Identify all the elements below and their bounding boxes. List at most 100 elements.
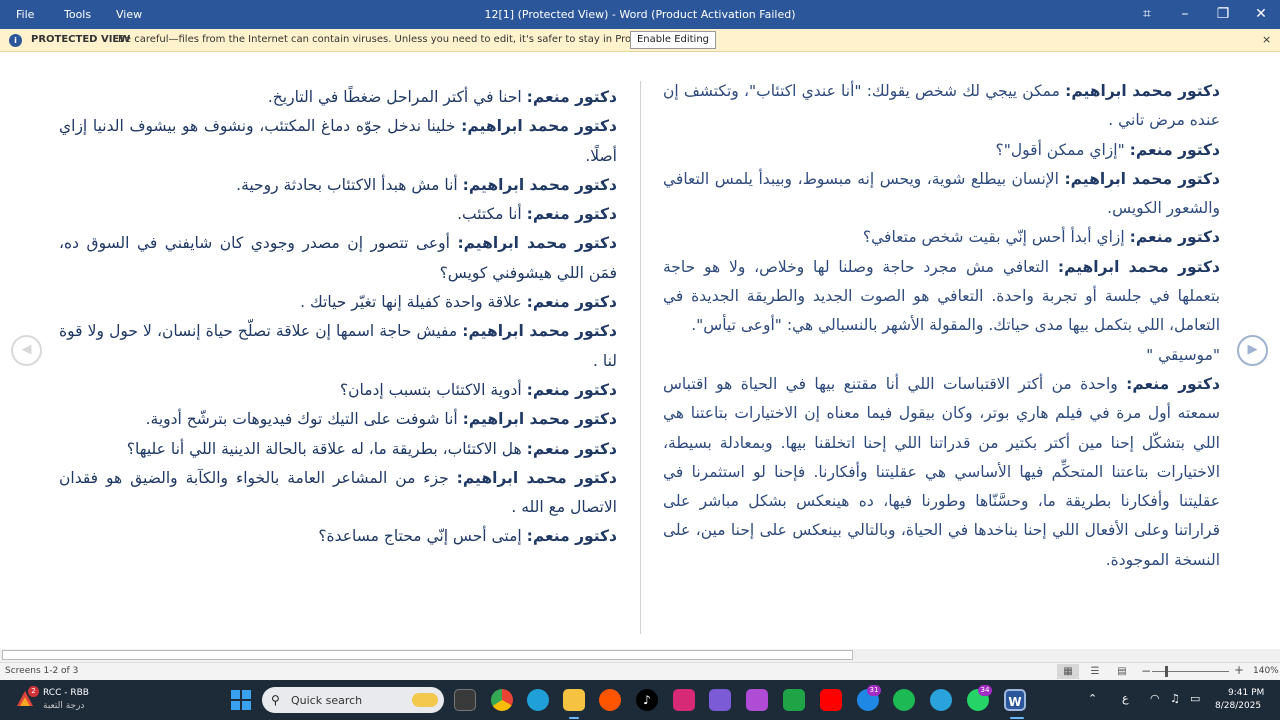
close-protected-bar-icon[interactable]: ×	[1262, 33, 1271, 46]
app-badge: 31	[867, 685, 881, 696]
speaker-name: دكتور منعم:	[526, 205, 617, 224]
notification-badge: 2	[28, 686, 39, 697]
speaker-name: دكتور محمد ابراهيم:	[462, 175, 617, 194]
zoom-level[interactable]: 140%	[1253, 666, 1279, 676]
youtube-icon[interactable]	[820, 689, 842, 711]
print-layout-icon[interactable]: ☰	[1084, 664, 1106, 679]
enable-editing-button[interactable]: Enable Editing	[630, 31, 716, 49]
search-placeholder: Quick search	[291, 694, 363, 707]
document-column-left: دكتور منعم: احنا في أكتر المراحل ضغطًا ف…	[59, 83, 617, 552]
paragraph-text: أدوية الاكتئاب بتسبب إدمان؟	[339, 380, 527, 399]
title-bar: File Tools View 12[1] (Protected View) -…	[0, 0, 1280, 29]
weather-title: RCC - RBB	[43, 688, 89, 698]
focus-mode-icon[interactable]: ⌗	[1128, 0, 1166, 29]
protected-view-label: PROTECTED VIEW	[31, 34, 131, 45]
menu-file[interactable]: File	[16, 0, 34, 29]
web-layout-icon[interactable]: ▤	[1111, 664, 1133, 679]
protected-view-message: Be careful—files from the Internet can c…	[118, 34, 693, 45]
speaker-name: دكتور منعم:	[1126, 374, 1221, 393]
paragraph: دكتور محمد ابراهيم: مفيش حاجة اسمها إن ع…	[59, 317, 617, 376]
paragraph: دكتور محمد ابراهيم: ممكن ييجي لك شخص يقو…	[663, 77, 1220, 136]
speaker-name: دكتور محمد ابراهيم:	[1065, 82, 1221, 100]
speaker-name: دكتور منعم:	[526, 88, 617, 106]
speaker-name: دكتور منعم:	[526, 527, 617, 546]
minimize-icon[interactable]: –	[1166, 0, 1204, 29]
paragraph-text: علاقة واحدة كفيلة إنها تغيّر حياتك .	[300, 293, 527, 312]
active-app-indicator	[1010, 717, 1024, 719]
close-icon[interactable]: ✕	[1242, 0, 1280, 29]
weather-subtitle: درجة التعبة	[43, 701, 85, 711]
speaker-name: دكتور محمد ابراهيم:	[1064, 169, 1221, 188]
status-bar: Screens 1-2 of 3 ▦ ☰ ▤ − + 140%	[0, 662, 1280, 680]
zoom-in-icon[interactable]: +	[1234, 663, 1244, 677]
soundcloud-icon[interactable]	[599, 689, 621, 711]
word-icon[interactable]: W	[1004, 689, 1026, 711]
chevron-up-icon[interactable]: ⌃	[1088, 692, 1097, 705]
menu-view[interactable]: View	[116, 0, 142, 29]
speaker-name: دكتور محمد ابراهيم:	[1057, 257, 1220, 276]
column-divider	[640, 81, 641, 634]
speaker-name: دكتور محمد ابراهيم:	[462, 410, 617, 429]
paragraph: دكتور منعم: أنا مكتئب.	[59, 200, 617, 229]
paragraph-text: هل الاكتئاب، بطريقة ما، له علاقة بالحالة…	[126, 439, 527, 458]
speaker-name: دكتور محمد ابراهيم:	[462, 322, 617, 341]
zoom-out-icon[interactable]: −	[1141, 664, 1151, 678]
zoom-slider-thumb[interactable]	[1165, 666, 1168, 677]
app-green-icon[interactable]	[783, 689, 805, 711]
speaker-name: دكتور منعم:	[526, 380, 617, 399]
taskbar-search[interactable]: ⚲ Quick search	[262, 687, 444, 713]
paragraph-text: واحدة من أكتر الاقتباسات اللي أنا مقتنع …	[663, 374, 1220, 569]
previous-screen-icon[interactable]: ◀	[11, 335, 42, 366]
clock-date[interactable]: 8/28/2025	[1215, 701, 1261, 711]
volume-icon[interactable]: ♫	[1170, 692, 1180, 705]
paragraph: دكتور محمد ابراهيم: أنا مش هبدأ الاكتئاب…	[59, 171, 617, 200]
visual-studio-icon[interactable]	[709, 689, 731, 711]
wifi-icon[interactable]: ◠	[1150, 692, 1160, 705]
paragraph: دكتور منعم: احنا في أكتر المراحل ضغطًا ف…	[59, 83, 617, 112]
paragraph-text: أنا مكتئب.	[457, 205, 527, 224]
paragraph: دكتور محمد ابراهيم: أوعى تتصور إن مصدر و…	[59, 229, 617, 288]
telegram-icon[interactable]	[930, 689, 952, 711]
edge-icon[interactable]	[527, 689, 549, 711]
spotify-icon[interactable]	[893, 689, 915, 711]
speaker-name: دكتور منعم:	[1129, 228, 1220, 247]
paragraph: دكتور محمد ابراهيم: جزء من المشاعر العام…	[59, 464, 617, 523]
zoom-slider-track[interactable]	[1152, 671, 1229, 672]
instagram-icon[interactable]	[673, 689, 695, 711]
file-explorer-icon[interactable]	[563, 689, 585, 711]
window-title: 12[1] (Protected View) - Word (Product A…	[484, 8, 796, 21]
paragraph-text: "إزاي ممكن أقول"؟	[995, 140, 1130, 159]
next-screen-icon[interactable]: ▶	[1237, 335, 1268, 366]
read-mode-icon[interactable]: ▦	[1057, 664, 1079, 679]
battery-icon[interactable]: ▭	[1190, 692, 1200, 705]
active-app-indicator	[569, 717, 579, 719]
task-view-icon[interactable]	[454, 689, 476, 711]
paragraph-text: إزاي أبدأ أحس إنّي بقيت شخص متعافي؟	[862, 228, 1130, 247]
chrome-icon[interactable]	[491, 689, 513, 711]
windows-start-icon[interactable]	[231, 690, 251, 710]
clock-time[interactable]: 9:41 PM	[1228, 688, 1264, 698]
menu-tools[interactable]: Tools	[64, 0, 91, 29]
search-highlight-icon	[412, 693, 438, 707]
paragraph: دكتور منعم: هل الاكتئاب، بطريقة ما، له ع…	[59, 435, 617, 464]
paragraph-text: احنا في أكتر المراحل ضغطًا في التاريخ.	[267, 88, 527, 106]
paragraph: دكتور منعم: أدوية الاكتئاب بتسبب إدمان؟	[59, 376, 617, 405]
screen-counter: Screens 1-2 of 3	[5, 666, 79, 676]
speaker-name: دكتور محمد ابراهيم:	[461, 117, 617, 136]
language-indicator[interactable]: ع	[1122, 692, 1129, 705]
scrollbar-thumb[interactable]	[2, 650, 853, 660]
paragraph-text: أنا شوفت على التيك توك فيديوهات بترشّح أ…	[145, 410, 463, 429]
tiktok-icon[interactable]: ♪	[636, 689, 658, 711]
speaker-name: دكتور محمد ابراهيم:	[457, 234, 617, 253]
speaker-name: دكتور منعم:	[526, 293, 617, 312]
paragraph: دكتور منعم: إزاي أبدأ أحس إنّي بقيت شخص …	[663, 223, 1220, 252]
copilot-icon[interactable]	[746, 689, 768, 711]
search-icon: ⚲	[271, 693, 280, 707]
speaker-name: دكتور محمد ابراهيم:	[456, 468, 617, 487]
taskbar: 2 RCC - RBB درجة التعبة ⚲ Quick search ♪…	[0, 680, 1280, 720]
reading-view: ◀ دكتور منعم: احنا في أكتر المراحل ضغطًا…	[0, 53, 1280, 649]
horizontal-scrollbar[interactable]	[0, 649, 1280, 662]
paragraph: دكتور منعم: علاقة واحدة كفيلة إنها تغيّر…	[59, 288, 617, 317]
speaker-name: دكتور منعم:	[526, 439, 617, 458]
restore-icon[interactable]: ❐	[1204, 0, 1242, 29]
